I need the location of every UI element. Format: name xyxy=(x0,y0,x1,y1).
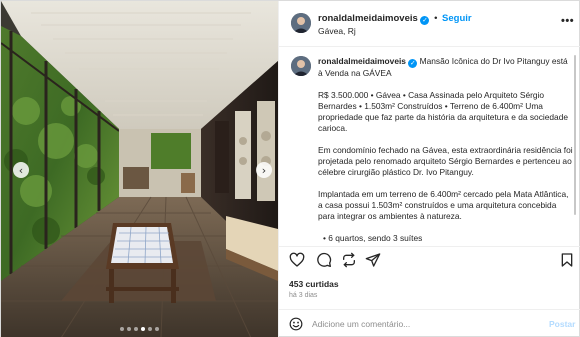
send-icon[interactable] xyxy=(365,252,381,268)
previous-photo-button[interactable]: ‹ xyxy=(13,162,29,178)
carousel-dot xyxy=(127,327,131,331)
carousel-dot xyxy=(141,327,145,331)
avatar[interactable] xyxy=(291,56,311,76)
caption-paragraph: Em condomínio fechado na Gávea, esta ext… xyxy=(318,145,573,177)
caption-title: ronaldalmeidaimoveis ✓ Mansão Icônica do… xyxy=(318,56,574,79)
location-link[interactable]: Gávea, Rj xyxy=(318,26,356,36)
carousel-dot xyxy=(134,327,138,331)
comment-icon[interactable] xyxy=(316,252,332,268)
next-photo-button[interactable]: › xyxy=(256,162,272,178)
avatar[interactable] xyxy=(291,13,311,33)
instagram-post: ‹ › ronaldalmeidaimoveis ✓ • Seguir Gáve… xyxy=(0,0,580,337)
follow-button[interactable]: Seguir xyxy=(442,13,472,24)
profile-photo xyxy=(291,13,311,33)
comment-bar: Postar xyxy=(279,309,580,337)
post-comment-button[interactable]: Postar xyxy=(549,319,575,329)
caption-scrollbar[interactable] xyxy=(574,55,576,215)
carousel-dot xyxy=(148,327,152,331)
share-icon[interactable] xyxy=(341,252,357,268)
carousel-dot xyxy=(155,327,159,331)
username-link[interactable]: ronaldalmeidaimoveis xyxy=(318,13,418,24)
caption-area: ronaldalmeidaimoveis ✓ Mansão Icônica do… xyxy=(279,47,580,247)
chevron-left-icon: ‹ xyxy=(18,163,24,177)
caption-paragraph: Implantada em um terreno de 6.400m² cerc… xyxy=(318,189,569,221)
verified-badge-icon: ✓ xyxy=(420,16,430,25)
caption-bullet: • 6 quartos, sendo 3 suítes xyxy=(323,233,423,243)
caption-username-link[interactable]: ronaldalmeidaimoveis xyxy=(318,56,406,66)
post-details-pane: ronaldalmeidaimoveis ✓ • Seguir Gávea, R… xyxy=(278,1,580,337)
emoji-icon[interactable] xyxy=(289,317,303,331)
comment-input[interactable] xyxy=(312,315,522,333)
chevron-right-icon: › xyxy=(261,163,267,177)
carousel-dot xyxy=(120,327,124,331)
house-photo xyxy=(1,1,278,337)
action-bar xyxy=(279,248,580,272)
caption-text: ronaldalmeidaimoveis ✓ Mansão Icônica do… xyxy=(318,56,574,246)
header-user-line: ronaldalmeidaimoveis ✓ • Seguir xyxy=(318,13,472,25)
verified-badge-icon: ✓ xyxy=(408,59,418,68)
bookmark-icon[interactable] xyxy=(559,252,575,268)
post-photo[interactable]: ‹ › xyxy=(1,1,278,337)
post-timestamp[interactable]: há 3 dias xyxy=(289,292,317,299)
profile-photo xyxy=(291,56,311,76)
caption-paragraph: R$ 3.500.000 • Gávea • Casa Assinada pel… xyxy=(318,90,569,133)
post-header: ronaldalmeidaimoveis ✓ • Seguir Gávea, R… xyxy=(279,1,580,47)
more-options-icon[interactable]: ••• xyxy=(561,15,574,27)
likes-count[interactable]: 453 curtidas xyxy=(289,279,339,289)
heart-icon[interactable] xyxy=(289,252,305,268)
carousel-indicator xyxy=(1,327,278,331)
separator-dot: • xyxy=(434,13,438,24)
